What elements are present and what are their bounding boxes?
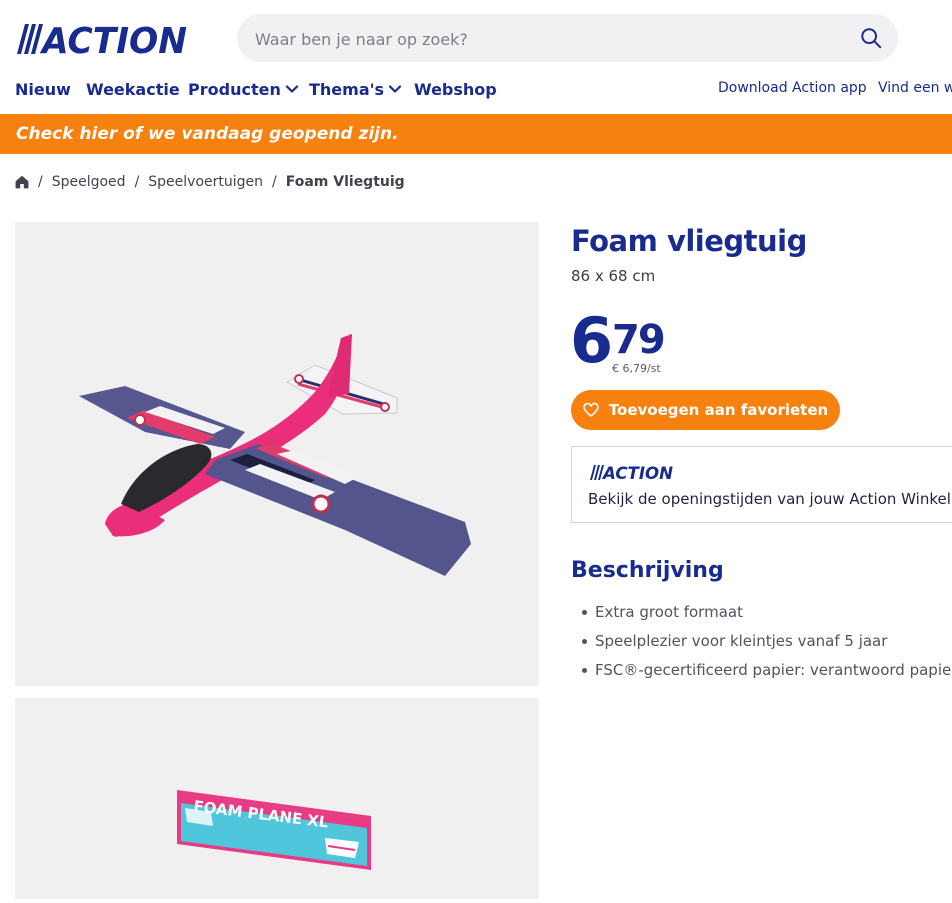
nav-label: Nieuw: [15, 79, 71, 99]
store-hours-card[interactable]: ACTION Bekijk de openingstijden van jouw…: [571, 446, 952, 523]
description-item: Speelplezier voor kleintjes vanaf 5 jaar: [571, 629, 952, 658]
nav-weekactie[interactable]: Weekactie: [86, 78, 180, 100]
nav-producten[interactable]: Producten: [188, 78, 299, 100]
search-input[interactable]: [253, 14, 837, 64]
store-hours-text: Bekijk de openingstijden van jouw Action…: [588, 490, 951, 508]
breadcrumb-separator: /: [134, 174, 140, 190]
store-logo-text: ACTION: [601, 464, 673, 482]
banner-text: Check hier of we vandaag geopend zijn.: [16, 124, 399, 144]
description-item: FSC®-gecertificeerd papier: verantwoord …: [571, 658, 952, 687]
nav-label: Thema's: [309, 79, 385, 99]
action-logo-small: ACTION: [590, 464, 673, 482]
price-decimals: 79: [612, 317, 666, 363]
description-heading: Beschrijving: [571, 558, 724, 583]
breadcrumb-item-speelgoed[interactable]: Speelgoed: [52, 174, 126, 190]
breadcrumb-separator: /: [38, 174, 43, 190]
find-store-link[interactable]: Vind een wi: [878, 80, 952, 96]
chevron-down-icon: [388, 85, 402, 93]
product-box-image: FOAM PLANE XL: [177, 790, 371, 870]
opening-hours-banner[interactable]: Check hier of we vandaag geopend zijn.: [0, 114, 952, 154]
favorites-label: Toevoegen aan favorieten: [608, 401, 829, 419]
product-title: Foam vliegtuig: [571, 224, 807, 258]
nav-label: Webshop: [414, 79, 497, 99]
price-integer: 6: [570, 304, 613, 377]
action-logo[interactable]: ACTION: [15, 18, 190, 58]
logo-text: ACTION: [39, 21, 187, 58]
add-to-favorites-button[interactable]: Toevoegen aan favorieten: [571, 390, 840, 430]
nav-themas[interactable]: Thema's: [309, 78, 402, 100]
breadcrumb-separator: /: [272, 174, 277, 190]
breadcrumb-item-speelvoertuigen[interactable]: Speelvoertuigen: [148, 174, 263, 190]
breadcrumb-item-current: Foam Vliegtuig: [285, 174, 405, 190]
nav-label: Producten: [188, 79, 281, 99]
nav-nieuw[interactable]: Nieuw: [15, 78, 71, 100]
search-icon[interactable]: [860, 27, 882, 49]
nav-label: Weekactie: [86, 79, 180, 99]
heart-icon: [582, 402, 599, 417]
search-bar[interactable]: [237, 14, 898, 64]
nav-webshop[interactable]: Webshop: [414, 78, 497, 100]
chevron-down-icon: [285, 85, 298, 93]
product-image-main[interactable]: [15, 222, 539, 686]
description-list: Extra groot formaat Speelplezier voor kl…: [571, 600, 952, 687]
home-icon[interactable]: [15, 175, 29, 189]
product-size: 86 x 68 cm: [571, 267, 656, 285]
breadcrumb: / Speelgoed / Speelvoertuigen / Foam Vli…: [15, 172, 405, 192]
description-item: Extra groot formaat: [571, 600, 952, 629]
unit-price: € 6,79/st: [612, 362, 661, 375]
product-image-secondary[interactable]: FOAM PLANE XL: [15, 698, 539, 899]
airplane-image: [79, 334, 471, 576]
download-app-link[interactable]: Download Action app: [718, 80, 867, 96]
